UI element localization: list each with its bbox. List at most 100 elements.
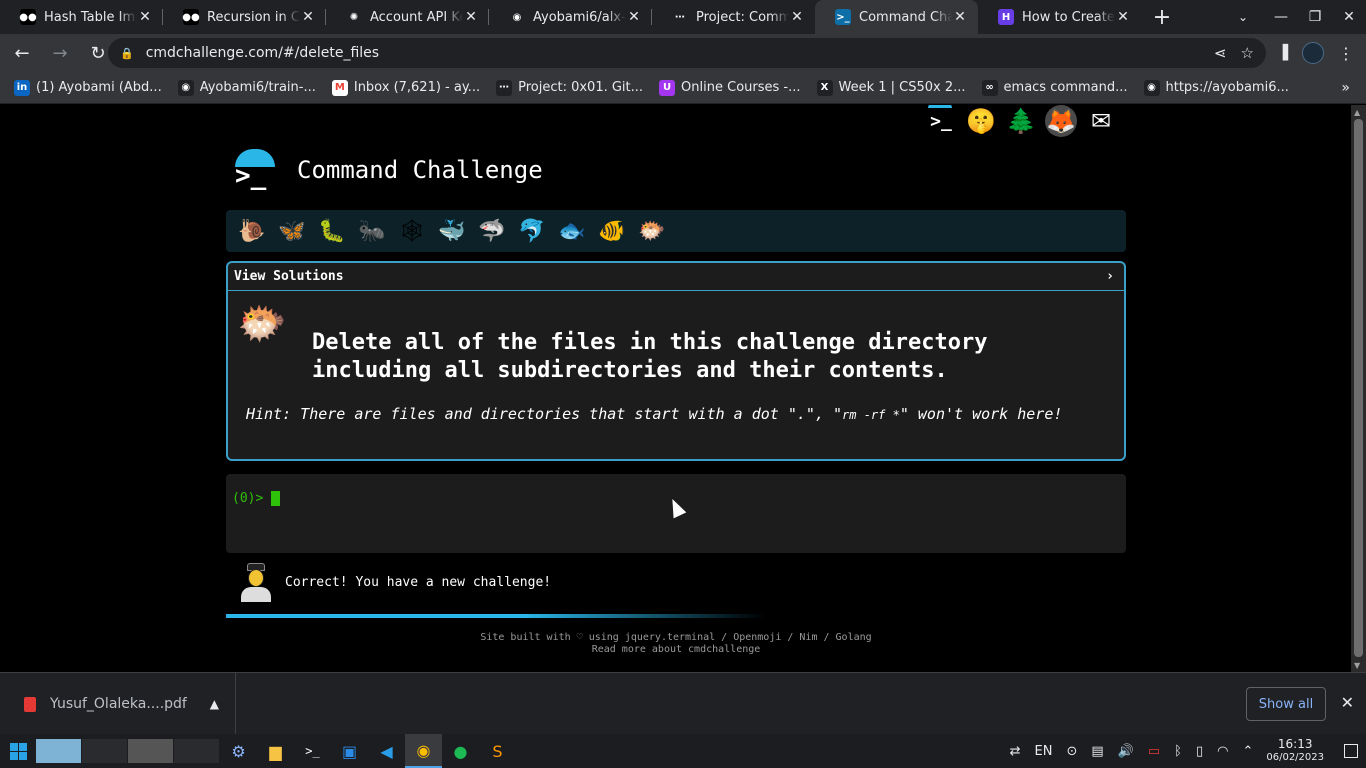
lock-icon[interactable]: 🔒 bbox=[120, 47, 134, 60]
close-window-icon[interactable]: ✕ bbox=[1332, 0, 1366, 34]
file-manager-icon[interactable]: ▆ bbox=[257, 734, 294, 768]
bluetooth-icon[interactable]: ᛒ bbox=[1174, 744, 1182, 759]
tab-5[interactable]: ⋯ Project: Command line for the win✕ bbox=[652, 0, 815, 34]
profile-avatar[interactable] bbox=[1302, 42, 1324, 64]
new-tab-button[interactable]: + bbox=[1147, 0, 1177, 34]
tab-search-icon[interactable]: ⌄ bbox=[1230, 4, 1256, 30]
url-text[interactable]: cmdchallenge.com/#/delete_files bbox=[146, 45, 379, 61]
bookmark-3[interactable]: M Inbox (7,621) - ay... bbox=[331, 79, 481, 96]
download-filename[interactable]: Yusuf_Olaleka....pdf bbox=[50, 696, 187, 712]
view-solutions-label[interactable]: View Solutions bbox=[234, 269, 344, 284]
share-icon[interactable]: ⋖ bbox=[1214, 44, 1227, 62]
whale-icon[interactable]: 🐳 bbox=[432, 211, 472, 251]
blowfish-icon[interactable]: 🐡 bbox=[632, 211, 672, 251]
kebab-menu-icon[interactable]: ⋮ bbox=[1338, 44, 1354, 63]
bookmark-label: https://ayobami6... bbox=[1165, 80, 1289, 95]
logo-icon[interactable]: >_ bbox=[233, 147, 277, 193]
ant-icon[interactable]: 🐜 bbox=[352, 211, 392, 251]
update-icon[interactable]: ⊙ bbox=[1066, 744, 1077, 759]
clipboard-icon[interactable]: ▤ bbox=[1091, 744, 1103, 759]
clock[interactable]: 16:13 06/02/2023 bbox=[1266, 738, 1324, 764]
footer-read-more-link[interactable]: Read more about cmdchallenge bbox=[226, 644, 1126, 656]
back-icon[interactable]: ← bbox=[6, 37, 38, 69]
forward-icon[interactable]: → bbox=[44, 37, 76, 69]
close-tab-icon[interactable]: ✕ bbox=[463, 9, 479, 25]
settings-icon[interactable]: ⚙ bbox=[220, 734, 257, 768]
minimize-icon[interactable]: — bbox=[1264, 0, 1298, 34]
tropical-fish-icon[interactable]: 🐠 bbox=[592, 211, 632, 251]
bookmark-1[interactable]: in (1) Ayobami (Abd... bbox=[14, 79, 162, 96]
show-all-button[interactable]: Show all bbox=[1246, 687, 1326, 721]
bookmark-6[interactable]: X Week 1 | CS50x 2... bbox=[816, 79, 966, 96]
workspace-4[interactable] bbox=[174, 739, 219, 763]
bookmark-label: Inbox (7,621) - ay... bbox=[353, 80, 481, 95]
tray-expand-icon[interactable]: ⌃ bbox=[1242, 744, 1253, 759]
restore-icon[interactable]: ❐ bbox=[1298, 0, 1332, 34]
close-tab-icon[interactable]: ✕ bbox=[789, 9, 805, 25]
scrollbar-thumb[interactable] bbox=[1354, 119, 1363, 657]
caterpillar-icon[interactable]: 🐛 bbox=[312, 211, 352, 251]
workspace-3[interactable] bbox=[128, 739, 173, 763]
windows-start-icon[interactable] bbox=[0, 734, 36, 768]
bookmarks-overflow-icon[interactable]: » bbox=[1341, 80, 1350, 96]
close-tab-icon[interactable]: ✕ bbox=[300, 9, 316, 25]
tree-icon[interactable]: 🌲 bbox=[1005, 105, 1037, 137]
chevron-up-icon[interactable]: ▲ bbox=[210, 697, 219, 711]
chrome-icon[interactable]: ◉ bbox=[405, 734, 442, 768]
address-bar[interactable]: 🔒 cmdchallenge.com/#/delete_files ⋖ ☆ bbox=[108, 38, 1266, 68]
side-panel-icon[interactable]: ▐ bbox=[1277, 45, 1288, 61]
terminal-icon[interactable]: >_ bbox=[925, 105, 957, 137]
spotify-icon[interactable]: ● bbox=[442, 734, 479, 768]
bookmark-7[interactable]: ∞ emacs command... bbox=[981, 79, 1128, 96]
store-icon[interactable]: ▣ bbox=[331, 734, 368, 768]
usb-icon[interactable]: ▯ bbox=[1196, 744, 1203, 759]
close-tab-icon[interactable]: ✕ bbox=[952, 9, 968, 25]
vscode-icon[interactable]: ◀ bbox=[368, 734, 405, 768]
progress-fill bbox=[226, 614, 766, 618]
clock-time: 16:13 bbox=[1277, 737, 1313, 751]
shark-icon[interactable]: 🦈 bbox=[472, 211, 512, 251]
battery-icon[interactable]: ▭ bbox=[1148, 744, 1160, 759]
close-tab-icon[interactable]: ✕ bbox=[626, 9, 642, 25]
sublime-icon[interactable]: S bbox=[479, 734, 516, 768]
download-item[interactable]: Yusuf_Olaleka....pdf ▲ bbox=[14, 673, 236, 735]
page-scrollbar[interactable]: ▲ ▼ bbox=[1351, 105, 1366, 672]
language-indicator[interactable]: EN bbox=[1035, 744, 1053, 759]
workspace-2[interactable] bbox=[82, 739, 127, 763]
tab-7[interactable]: H How to Create Linux✕ bbox=[978, 0, 1141, 34]
snail-icon[interactable]: 🐌 bbox=[232, 211, 272, 251]
tab-1[interactable]: ●● Hash Table Implementation✕ bbox=[0, 0, 163, 34]
close-tab-icon[interactable]: ✕ bbox=[1115, 9, 1131, 25]
tab-6[interactable]: >_ Command Challenge✕ bbox=[815, 0, 978, 34]
close-tab-icon[interactable]: ✕ bbox=[137, 9, 153, 25]
network-share-icon[interactable]: ⇄ bbox=[1010, 744, 1021, 759]
fish-icon[interactable]: 🐟 bbox=[552, 211, 592, 251]
chevron-right-icon[interactable]: › bbox=[1106, 269, 1114, 284]
workspace-1[interactable] bbox=[36, 739, 81, 763]
bookmark-8[interactable]: ◉ https://ayobami6... bbox=[1143, 79, 1289, 96]
scroll-down-icon[interactable]: ▼ bbox=[1354, 661, 1360, 670]
tab-2[interactable]: ●● Recursion in C. Stack✕ bbox=[163, 0, 326, 34]
gitlab-icon[interactable]: 🦊 bbox=[1045, 105, 1077, 137]
spider-web-icon[interactable]: 🕸 bbox=[392, 211, 432, 251]
bookmark-4[interactable]: ⋯ Project: 0x01. Git... bbox=[496, 79, 643, 96]
wifi-icon[interactable]: ◠ bbox=[1217, 744, 1228, 759]
bookmark-star-icon[interactable]: ☆ bbox=[1241, 44, 1254, 62]
site-title[interactable]: Command Challenge bbox=[297, 156, 543, 184]
bookmark-2[interactable]: ◉ Ayobami6/train-... bbox=[177, 79, 316, 96]
footer-credits[interactable]: Site built with ♡ using jquery.terminal … bbox=[226, 632, 1126, 644]
show-desktop-icon[interactable] bbox=[1344, 744, 1358, 758]
volume-icon[interactable]: 🔊 bbox=[1118, 744, 1134, 759]
clock-date: 06/02/2023 bbox=[1266, 752, 1324, 763]
butterfly-icon[interactable]: 🦋 bbox=[272, 211, 312, 251]
scroll-up-icon[interactable]: ▲ bbox=[1354, 108, 1360, 117]
tab-4[interactable]: ◉ Ayobami6/alx-system_engineering✕ bbox=[489, 0, 652, 34]
bookmark-5[interactable]: U Online Courses -... bbox=[659, 79, 801, 96]
view-solutions-bar[interactable]: View Solutions › bbox=[228, 263, 1124, 291]
hushed-face-icon[interactable]: 🤫 bbox=[965, 105, 997, 137]
envelope-icon[interactable]: ✉ bbox=[1085, 105, 1117, 137]
close-shelf-icon[interactable]: ✕ bbox=[1341, 693, 1354, 712]
terminal-app-icon[interactable]: >_ bbox=[294, 734, 331, 768]
tab-3[interactable]: ✺ Account API Keys✕ bbox=[326, 0, 489, 34]
dolphin-icon[interactable]: 🐬 bbox=[512, 211, 552, 251]
